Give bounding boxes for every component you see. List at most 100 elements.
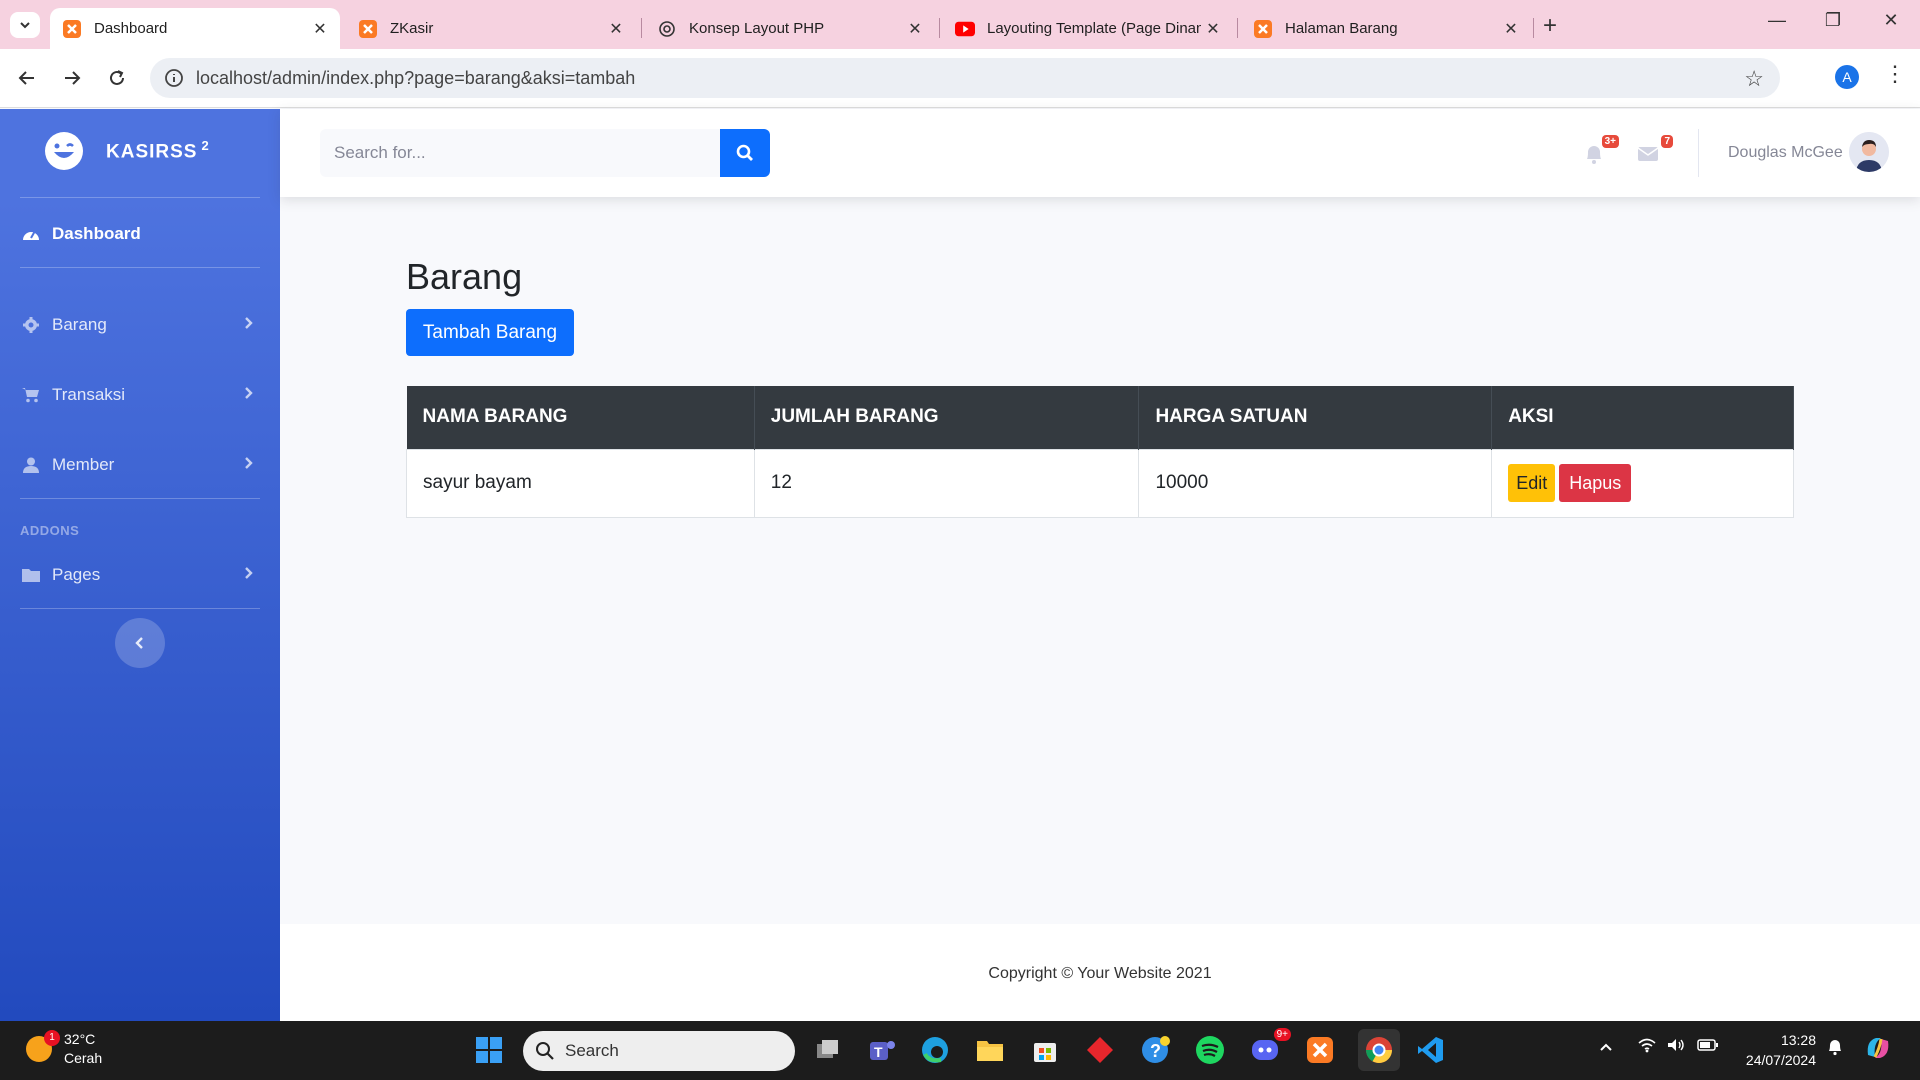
tachometer-icon [20,225,42,243]
cell-nama-barang: sayur bayam [406,448,755,518]
taskbar-search[interactable]: Search [523,1031,795,1071]
close-tab-icon[interactable]: ✕ [903,19,927,39]
edit-button[interactable]: Edit [1508,464,1556,502]
chevron-right-icon [245,457,253,469]
restore-button[interactable]: ❐ [1813,10,1853,31]
browser-toolbar: localhost/admin/index.php?page=barang&ak… [0,49,1920,108]
tab-youtube[interactable]: Layouting Template (Page Dinamis ✕ [943,8,1233,49]
chrome-menu-icon[interactable]: ⋮ [1884,61,1906,87]
youtube-icon [955,19,975,39]
tab-title: Konsep Layout PHP [689,20,825,37]
tray-overflow-icon[interactable] [1599,1039,1613,1057]
vscode-icon[interactable] [1414,1034,1446,1066]
chevron-right-icon [245,387,253,399]
notification-bell-icon[interactable] [1826,1038,1844,1061]
file-explorer-icon[interactable] [974,1034,1006,1066]
tab-title: Dashboard [94,20,168,37]
weather-sun-icon: 1 [26,1030,60,1062]
battery-icon[interactable] [1697,1038,1719,1057]
delete-button[interactable]: Hapus [1559,464,1632,502]
tab-zkasir[interactable]: ZKasir ✕ [346,8,636,49]
brand-name: KASIRSS 2 [106,138,210,163]
messages-badge: 7 [1661,135,1673,148]
tab-halaman-barang[interactable]: Halaman Barang ✕ [1241,8,1531,49]
tab-konsep-layout[interactable]: Konsep Layout PHP ✕ [645,8,935,49]
clock[interactable]: 13:28 24/07/2024 [1740,1030,1816,1070]
sidebar-brand[interactable]: KASIRSS 2 [44,131,210,171]
profile-avatar[interactable]: A [1835,65,1859,89]
minimize-button[interactable]: — [1757,10,1797,31]
sidebar-item-dashboard[interactable]: Dashboard [20,219,260,249]
close-tab-icon[interactable]: ✕ [604,19,628,39]
windows-start-icon[interactable] [473,1034,505,1066]
cell-harga-satuan: 10000 [1138,448,1493,518]
cart-icon [20,386,42,404]
weather-temp: 32°C [64,1031,96,1047]
sidebar-item-label: Pages [52,565,101,584]
task-view-icon[interactable] [811,1034,843,1066]
weather-widget[interactable]: 1 32°C Cerah [26,1030,102,1068]
cell-jumlah-barang: 12 [753,448,1140,518]
taskbar: 1 32°C Cerah Search T ? 9+ 13:28 24/07/2… [0,1021,1920,1080]
close-tab-icon[interactable]: ✕ [1201,19,1225,39]
xampp-icon[interactable] [1304,1034,1336,1066]
messages-dropdown[interactable]: 7 [1637,135,1673,169]
search-input[interactable] [320,129,720,177]
column-header: NAMA BARANG [406,386,755,449]
alerts-dropdown[interactable]: 3+ [1583,135,1619,169]
column-header: AKSI [1491,386,1794,449]
sidebar-item-label: Barang [52,315,107,334]
bookmark-star-icon[interactable]: ☆ [1744,66,1764,92]
envelope-icon [1637,147,1659,161]
reload-button[interactable] [103,64,131,92]
close-window-button[interactable]: ✕ [1871,10,1911,31]
close-tab-icon[interactable]: ✕ [1499,19,1523,39]
sidebar-item-barang[interactable]: Barang [20,310,260,340]
reload-icon [110,70,124,85]
discord-icon[interactable]: 9+ [1249,1028,1291,1066]
sidebar-item-pages[interactable]: Pages [20,560,260,590]
topbar: 3+ 7 Douglas McGee [280,109,1920,197]
chrome-icon[interactable] [1358,1029,1400,1071]
sidebar-divider [20,498,260,499]
new-tab-button[interactable]: + [1543,12,1557,40]
tab-dashboard[interactable]: Dashboard ✕ [50,8,340,49]
user-name[interactable]: Douglas McGee [1728,144,1843,162]
barang-table: NAMA BARANG JUMLAH BARANG HARGA SATUAN A… [406,386,1794,518]
edge-icon[interactable] [919,1034,951,1066]
tab-separator [1237,18,1238,38]
volume-icon[interactable] [1666,1037,1686,1058]
address-bar[interactable]: localhost/admin/index.php?page=barang&ak… [150,58,1780,98]
xampp-icon [62,19,82,39]
add-barang-button[interactable]: Tambah Barang [406,309,574,356]
taskbar-search-label: Search [565,1041,619,1060]
chevron-left-icon [135,637,143,649]
sidebar-item-label: Member [52,455,115,474]
close-tab-icon[interactable]: ✕ [308,19,332,39]
forward-button[interactable] [58,64,86,92]
help-app-icon[interactable]: ? [1139,1034,1171,1066]
laugh-wink-icon [45,132,83,170]
tab-search-button[interactable] [10,12,40,38]
teams-icon[interactable]: T [866,1034,898,1066]
back-button[interactable] [13,64,41,92]
clock-date: 24/07/2024 [1745,1052,1816,1068]
column-header: HARGA SATUAN [1138,386,1493,449]
table-row: sayur bayam 12 10000 Edit Hapus [406,448,1794,518]
browser-tab-strip: Dashboard ✕ ZKasir ✕ Konsep Layout PHP ✕… [0,0,1920,49]
user-avatar[interactable] [1849,132,1889,172]
tab-separator [939,18,940,38]
search-button[interactable] [720,129,770,177]
microsoft-store-icon[interactable] [1029,1034,1061,1066]
sidebar-item-transaksi[interactable]: Transaksi [20,380,260,410]
tab-separator [641,18,642,38]
copilot-icon[interactable] [1863,1033,1893,1068]
red-diamond-app-icon[interactable] [1084,1034,1116,1066]
discord-badge: 9+ [1273,1028,1291,1041]
sidebar-toggle-button[interactable] [115,618,165,668]
tab-title: Layouting Template (Page Dinamis [987,20,1201,37]
site-info-icon[interactable] [164,68,184,93]
wifi-icon[interactable] [1637,1037,1657,1058]
spotify-icon[interactable] [1194,1034,1226,1066]
sidebar-item-member[interactable]: Member [20,450,260,480]
